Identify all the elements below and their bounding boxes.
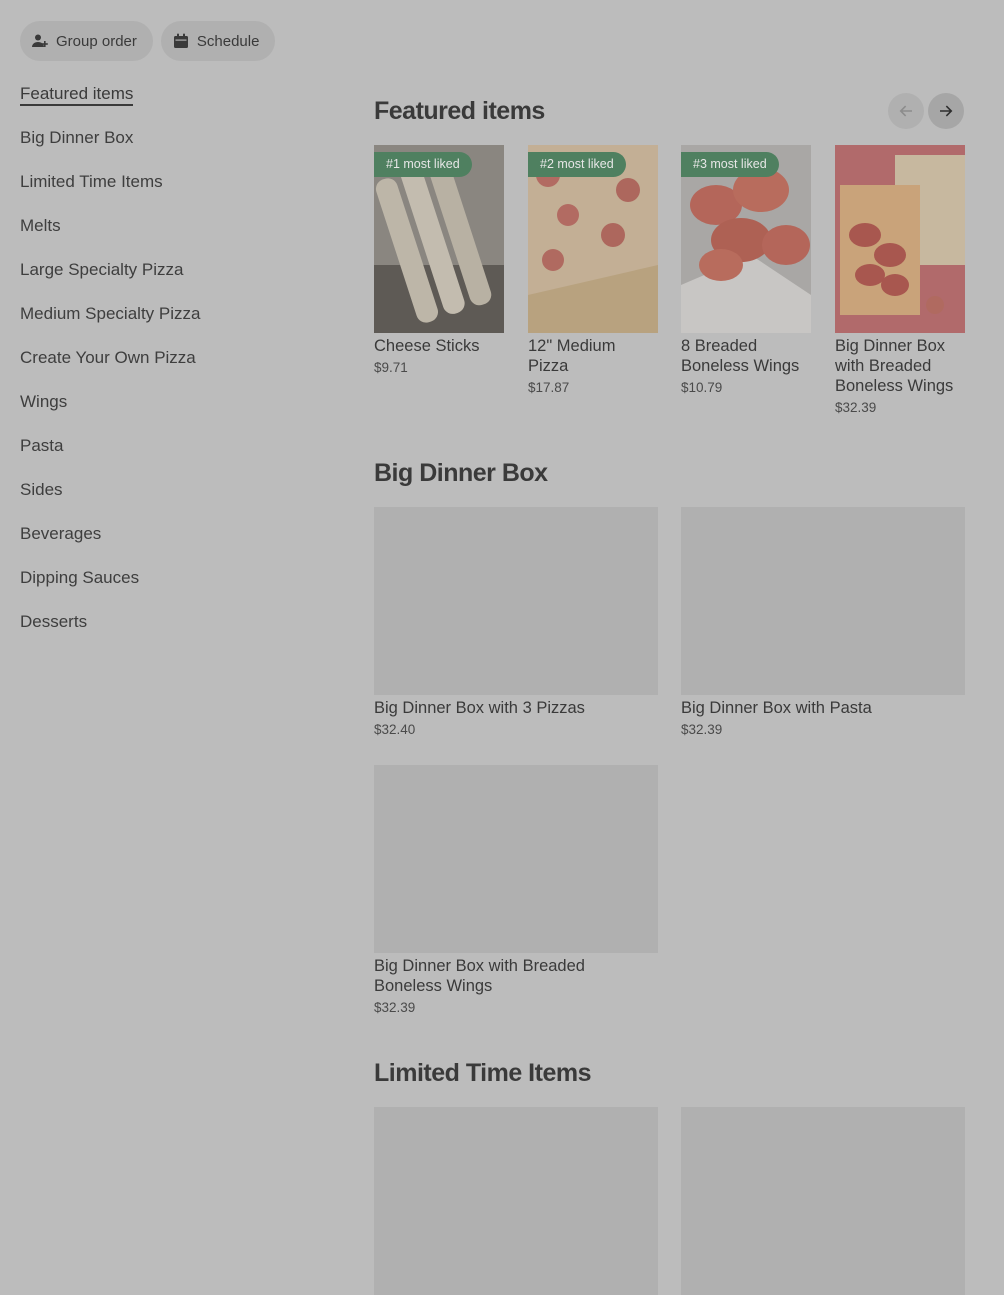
sidebar-item-label: Big Dinner Box [20, 128, 134, 147]
item-price: $32.40 [374, 722, 416, 737]
sidebar-item-label: Medium Specialty Pizza [20, 304, 201, 323]
item-name: 12" Medium Pizza [528, 337, 616, 375]
sidebar-item-featured-items[interactable]: Featured items [20, 84, 320, 128]
menu-item-card[interactable] [374, 1107, 658, 1295]
sidebar-item-desserts[interactable]: Desserts [20, 612, 320, 656]
sidebar-item-label: Beverages [20, 524, 102, 543]
featured-item-card[interactable]: Big Dinner Box with Breaded Boneless Win… [835, 145, 965, 415]
sidebar-item-label: Melts [20, 216, 61, 235]
group-order-label: Group order [56, 32, 137, 50]
item-name: 8 Breaded Boneless Wings [681, 337, 800, 375]
most-liked-badge: #2 most liked [528, 152, 626, 177]
medium-pizza-image: #2 most liked [528, 145, 658, 333]
carousel-next-button[interactable] [928, 93, 964, 129]
most-liked-badge: #3 most liked [681, 152, 779, 177]
featured-item-card[interactable]: #2 most liked 12" Medium Pizza $17.87 [528, 145, 658, 395]
menu-item-card[interactable] [681, 1107, 965, 1295]
sidebar-item-label: Desserts [20, 612, 88, 631]
add-person-icon [32, 34, 48, 47]
item-image-placeholder [374, 765, 658, 953]
group-order-button[interactable]: Group order [20, 21, 153, 61]
sidebar-item-label: Create Your Own Pizza [20, 348, 196, 367]
menu-item-card[interactable]: Big Dinner Box with Pasta $32.39 [681, 507, 965, 737]
arrow-right-icon [940, 105, 953, 117]
sidebar-item-label: Pasta [20, 436, 64, 455]
item-price: $10.79 [681, 380, 723, 395]
menu-item-card[interactable]: Big Dinner Box with 3 Pizzas $32.40 [374, 507, 658, 737]
sidebar-item-pasta[interactable]: Pasta [20, 436, 320, 480]
item-price: $32.39 [835, 400, 877, 415]
sidebar-item-large-specialty-pizza[interactable]: Large Specialty Pizza [20, 260, 320, 304]
sidebar-item-melts[interactable]: Melts [20, 216, 320, 260]
sidebar-item-label: Dipping Sauces [20, 568, 140, 587]
item-price: $32.39 [374, 1000, 416, 1015]
cheese-sticks-image: #1 most liked [374, 145, 504, 333]
calendar-icon [173, 33, 188, 48]
item-name: Big Dinner Box with Breaded Boneless Win… [835, 337, 954, 395]
sidebar-item-sides[interactable]: Sides [20, 480, 320, 524]
featured-item-card[interactable]: #3 most liked 8 Breaded Boneless Wings $… [681, 145, 811, 395]
item-name: Cheese Sticks [374, 337, 480, 355]
sidebar-item-big-dinner-box[interactable]: Big Dinner Box [20, 128, 320, 172]
item-price: $9.71 [374, 360, 408, 375]
schedule-button[interactable]: Schedule [160, 21, 276, 61]
featured-section-title: Featured items [374, 97, 545, 125]
sidebar-item-label: Featured items [20, 84, 134, 106]
sidebar-item-label: Wings [20, 392, 68, 411]
menu-item-card[interactable]: Big Dinner Box with Breaded Boneless Win… [374, 765, 658, 1015]
item-image-placeholder [681, 507, 965, 695]
sidebar-item-limited-time-items[interactable]: Limited Time Items [20, 172, 320, 216]
limited-time-section-title: Limited Time Items [374, 1059, 592, 1087]
sidebar-item-label: Limited Time Items [20, 172, 163, 191]
featured-item-card[interactable]: #1 most liked Cheese Sticks $9.71 [374, 145, 504, 375]
boneless-wings-image: #3 most liked [681, 145, 811, 333]
item-name: Big Dinner Box with 3 Pizzas [374, 699, 585, 717]
schedule-label: Schedule [196, 32, 260, 50]
carousel-prev-button[interactable] [888, 93, 924, 129]
sidebar-item-medium-specialty-pizza[interactable]: Medium Specialty Pizza [20, 304, 320, 348]
arrow-left-icon [899, 105, 912, 117]
top-actions: Group order Schedule [20, 21, 276, 61]
item-image-placeholder [374, 507, 658, 695]
sidebar-item-wings[interactable]: Wings [20, 392, 320, 436]
item-image-placeholder [374, 1107, 658, 1295]
dinner-box-wings-image [835, 145, 965, 333]
sidebar-item-label: Sides [20, 480, 63, 499]
sidebar-item-beverages[interactable]: Beverages [20, 524, 320, 568]
item-name: Big Dinner Box with Breaded Boneless Win… [374, 957, 585, 995]
item-name: Big Dinner Box with Pasta [681, 699, 872, 717]
item-image-placeholder [681, 1107, 965, 1295]
sidebar-item-create-your-own-pizza[interactable]: Create Your Own Pizza [20, 348, 320, 392]
category-sidebar: Featured items Big Dinner Box Limited Ti… [20, 84, 320, 656]
item-price: $32.39 [681, 722, 723, 737]
big-dinner-box-section-title: Big Dinner Box [374, 459, 548, 487]
sidebar-item-label: Large Specialty Pizza [20, 260, 184, 279]
sidebar-item-dipping-sauces[interactable]: Dipping Sauces [20, 568, 320, 612]
most-liked-badge: #1 most liked [374, 152, 472, 177]
item-price: $17.87 [528, 380, 570, 395]
